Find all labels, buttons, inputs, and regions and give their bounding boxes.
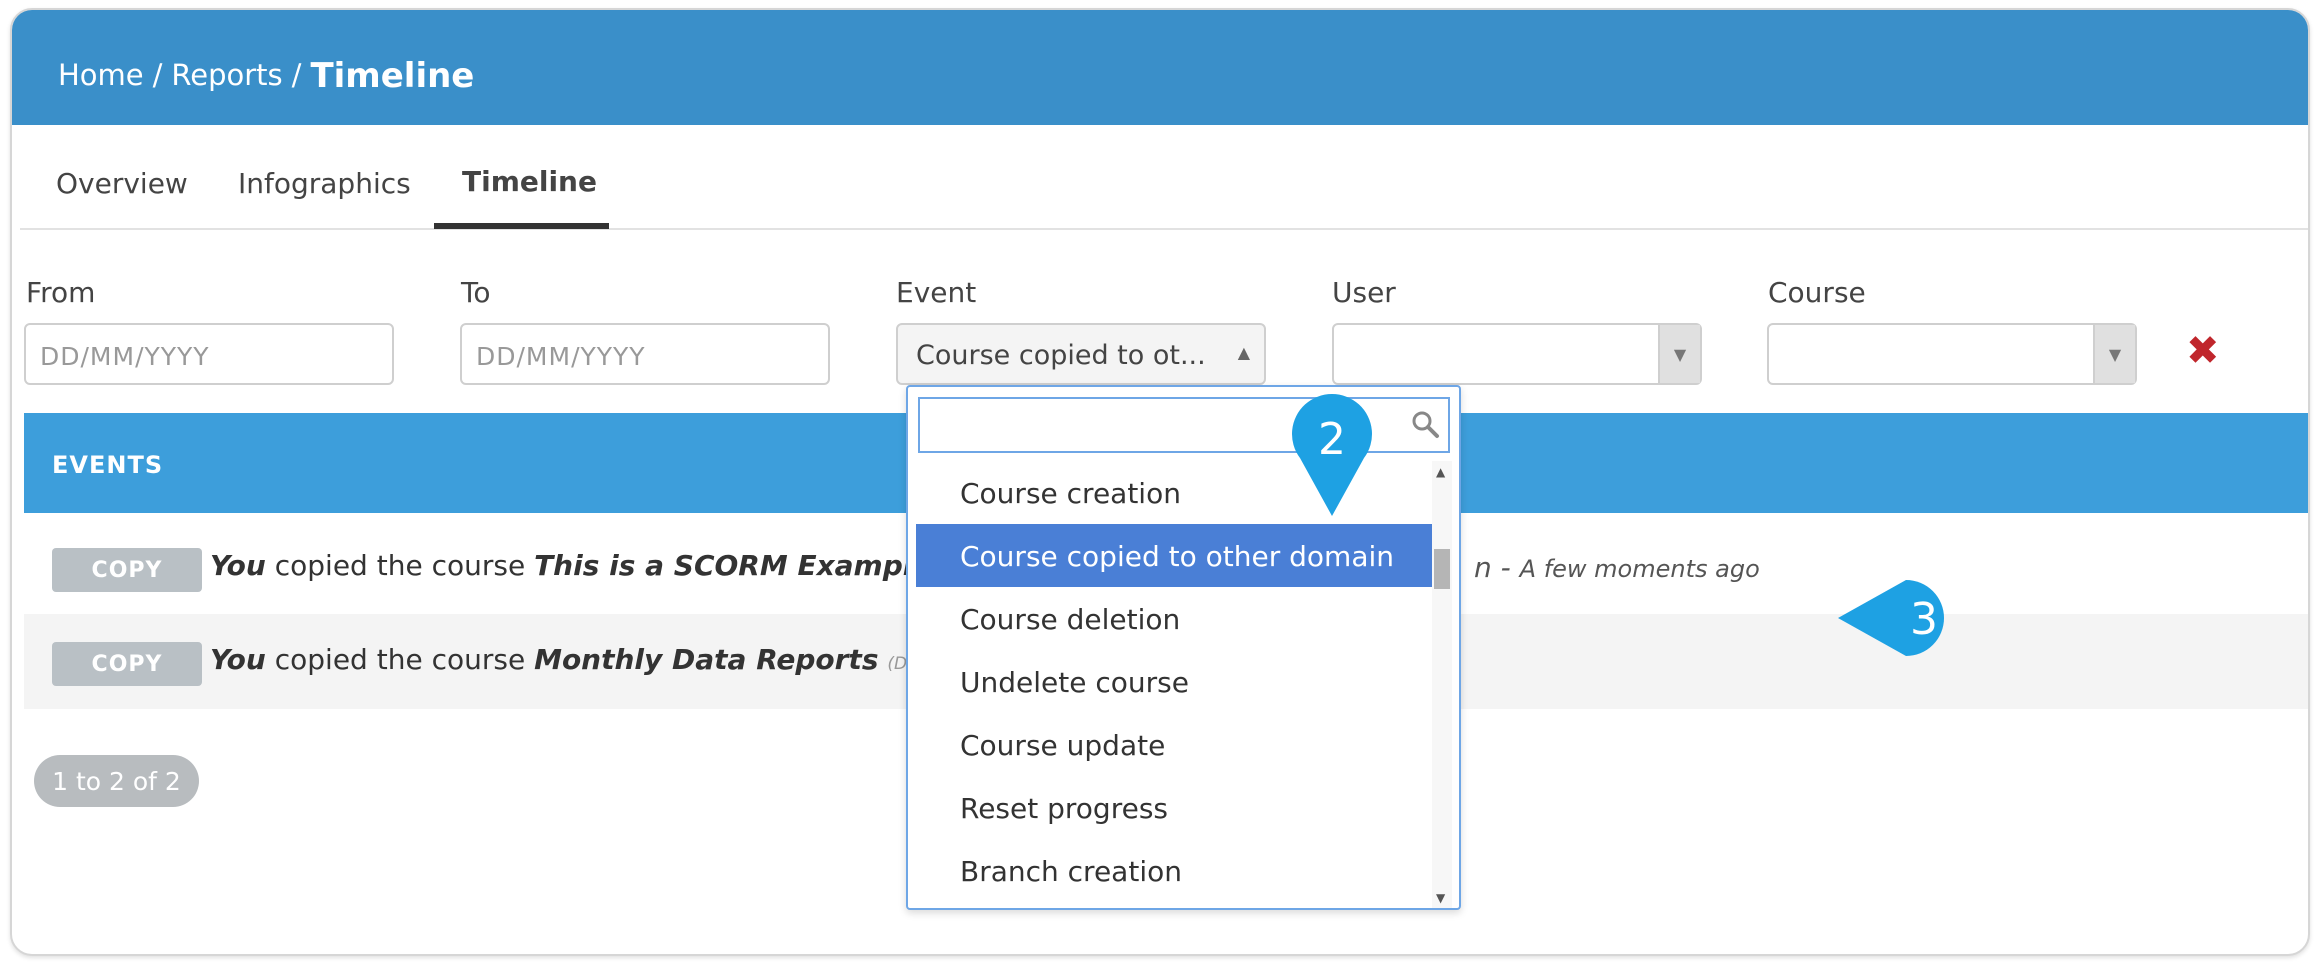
course-label: Course: [1768, 276, 1866, 309]
event-select[interactable]: Course copied to ot... ▲: [896, 323, 1266, 385]
event-actor: You: [210, 643, 266, 676]
dropdown-option[interactable]: Course deletion: [916, 587, 1432, 650]
app-window: Home / Reports / Timeline Overview Infograph…: [10, 8, 2310, 956]
tab-timeline[interactable]: Timeline: [462, 165, 597, 198]
from-label: From: [26, 276, 96, 309]
to-date-input[interactable]: DD/MM/YYYY: [460, 323, 830, 385]
event-type-badge: COPY: [52, 548, 202, 592]
active-tab-indicator: [434, 223, 609, 229]
callout-number: 2: [1318, 414, 1346, 465]
user-select[interactable]: ▼: [1332, 323, 1702, 385]
breadcrumb-current: Timeline: [310, 56, 475, 96]
callout-marker-3: 3: [1838, 580, 1945, 656]
event-time: A few moments ago: [1519, 555, 1760, 583]
user-label: User: [1332, 276, 1396, 309]
breadcrumb: Home / Reports / Timeline: [58, 54, 475, 96]
course-select[interactable]: ▼: [1767, 323, 2137, 385]
pagination-info: 1 to 2 of 2: [34, 755, 199, 807]
scrollbar-thumb[interactable]: [1434, 549, 1450, 589]
callout-marker-2: 2: [1292, 394, 1372, 516]
tab-infographics[interactable]: Infographics: [238, 167, 411, 200]
events-title: EVENTS: [52, 451, 164, 479]
chevron-down-icon[interactable]: ▼: [2093, 325, 2135, 383]
dropdown-option[interactable]: Branch creation: [916, 839, 1432, 902]
search-icon: [1412, 411, 1439, 438]
event-course-link[interactable]: Monthly Data Reports: [534, 643, 878, 676]
header-bar: Home / Reports / Timeline: [12, 10, 2308, 125]
clear-filter-icon[interactable]: ✖: [2186, 328, 2220, 374]
event-label: Event: [896, 276, 977, 309]
event-time-wrap: n - A few moments ago: [1474, 551, 1760, 584]
event-type-badge: COPY: [52, 642, 202, 686]
caret-up-icon: ▲: [1237, 343, 1250, 362]
dropdown-option[interactable]: Reset progress: [916, 776, 1432, 839]
event-text: You copied the course This is a SCORM Ex…: [210, 549, 1001, 582]
event-text: You copied the course Monthly Data Repor…: [210, 643, 983, 676]
callout-number: 3: [1910, 594, 1938, 645]
breadcrumb-home[interactable]: Home: [58, 58, 144, 92]
chevron-down-icon[interactable]: ▼: [1658, 325, 1700, 383]
event-verb: copied the course: [265, 549, 535, 582]
report-tabs: Overview Infographics Timeline: [20, 125, 2308, 230]
dropdown-option[interactable]: Undelete course: [916, 650, 1432, 713]
from-date-input[interactable]: DD/MM/YYYY: [24, 323, 394, 385]
tab-overview[interactable]: Overview: [56, 167, 188, 200]
dropdown-options: Course creation Course copied to other d…: [916, 461, 1432, 908]
breadcrumb-separator: /: [291, 58, 302, 92]
breadcrumb-reports[interactable]: Reports: [171, 58, 282, 92]
dropdown-option-selected[interactable]: Course copied to other domain: [916, 524, 1432, 587]
event-actor: You: [210, 549, 266, 582]
scroll-up-icon[interactable]: ▲: [1436, 465, 1445, 479]
dropdown-option[interactable]: Course update: [916, 713, 1432, 776]
to-label: To: [461, 276, 491, 309]
event-tail: n -: [1474, 551, 1520, 584]
dropdown-scrollbar[interactable]: ▲ ▼: [1432, 461, 1452, 908]
event-verb: copied the course: [265, 643, 535, 676]
event-select-value: Course copied to ot...: [916, 340, 1206, 371]
scroll-down-icon[interactable]: ▼: [1436, 891, 1445, 905]
breadcrumb-separator: /: [152, 58, 163, 92]
